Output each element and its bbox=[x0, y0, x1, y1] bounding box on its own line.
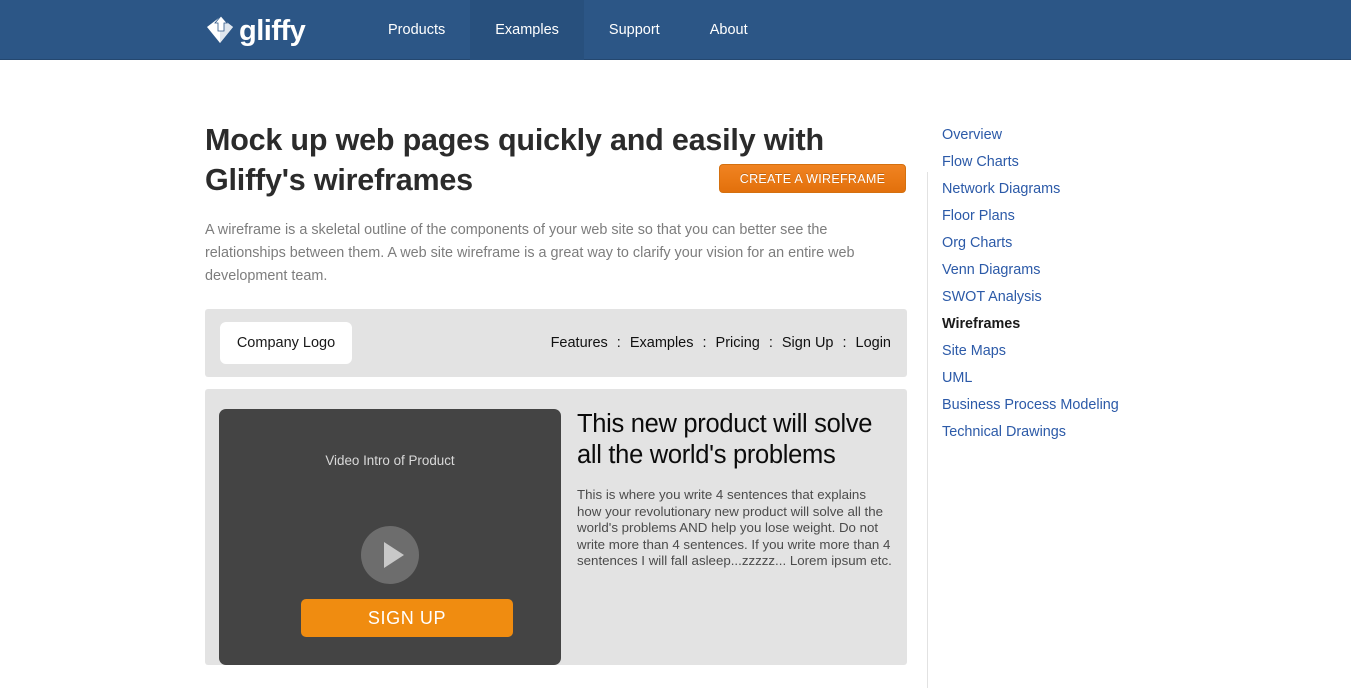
wireframe-navbar-panel: Company Logo Features : Examples : Prici… bbox=[205, 309, 907, 377]
nav-item-products[interactable]: Products bbox=[363, 0, 470, 60]
wireframe-hero-panel: Video Intro of Product This new product … bbox=[205, 389, 907, 665]
wireframe-nav-separator: : bbox=[702, 335, 707, 351]
intro-paragraph: A wireframe is a skeletal outline of the… bbox=[205, 222, 855, 284]
sidebar-item-site-maps[interactable]: Site Maps bbox=[942, 338, 1242, 365]
sidebar-item-business-process-modeling[interactable]: Business Process Modeling bbox=[942, 392, 1242, 419]
main-content-column: Mock up web pages quickly and easily wit… bbox=[205, 120, 907, 665]
wireframe-company-logo: Company Logo bbox=[220, 322, 352, 364]
brand-wordmark: gliffy bbox=[239, 14, 306, 47]
wireframe-hero-body: This is where you write 4 sentences that… bbox=[577, 487, 892, 568]
sidebar-item-floor-plans[interactable]: Floor Plans bbox=[942, 203, 1242, 230]
site-header: gliffy Products Examples Support About bbox=[0, 0, 1351, 60]
gliffy-diamond-logo-icon bbox=[207, 15, 233, 43]
nav-item-support[interactable]: Support bbox=[584, 0, 685, 60]
wireframe-nav-pricing[interactable]: Pricing bbox=[716, 335, 760, 351]
wireframe-signup-button[interactable]: SIGN UP bbox=[301, 599, 513, 637]
sidebar-item-technical-drawings[interactable]: Technical Drawings bbox=[942, 419, 1242, 446]
main-navigation: Products Examples Support About bbox=[363, 0, 773, 60]
sidebar-item-wireframes[interactable]: Wireframes bbox=[942, 311, 1242, 338]
wireframe-nav-login[interactable]: Login bbox=[856, 335, 891, 351]
sidebar-item-overview[interactable]: Overview bbox=[942, 122, 1242, 149]
play-triangle-icon bbox=[383, 542, 404, 568]
sidebar-item-uml[interactable]: UML bbox=[942, 365, 1242, 392]
sidebar-item-venn-diagrams[interactable]: Venn Diagrams bbox=[942, 257, 1242, 284]
wireframe-nav-separator: : bbox=[842, 335, 847, 351]
content-sidebar-divider bbox=[927, 172, 928, 688]
wireframe-hero-heading: This new product will solve all the worl… bbox=[577, 410, 873, 469]
wireframe-nav-separator: : bbox=[768, 335, 773, 351]
wireframe-nav-links: Features : Examples : Pricing : Sign Up … bbox=[551, 309, 891, 377]
play-icon[interactable] bbox=[361, 526, 419, 584]
wireframe-hero-text-column: This new product will solve all the worl… bbox=[577, 409, 893, 570]
sidebar-item-flow-charts[interactable]: Flow Charts bbox=[942, 149, 1242, 176]
create-a-wireframe-button[interactable]: CREATE A WIREFRAME bbox=[719, 164, 906, 193]
wireframe-nav-signup[interactable]: Sign Up bbox=[782, 335, 834, 351]
wireframe-nav-separator: : bbox=[616, 335, 621, 351]
wireframe-nav-features[interactable]: Features bbox=[551, 335, 608, 351]
header-inner: gliffy Products Examples Support About bbox=[0, 0, 1351, 60]
nav-item-examples[interactable]: Examples bbox=[470, 0, 584, 60]
page-body: Mock up web pages quickly and easily wit… bbox=[0, 60, 1351, 688]
nav-item-about[interactable]: About bbox=[685, 0, 773, 60]
sidebar-examples-list: Overview Flow Charts Network Diagrams Fl… bbox=[942, 122, 1242, 446]
sidebar-item-network-diagrams[interactable]: Network Diagrams bbox=[942, 176, 1242, 203]
wireframe-video-label: Video Intro of Product bbox=[325, 453, 455, 468]
brand-logo[interactable]: gliffy bbox=[205, 13, 306, 47]
wireframe-nav-examples[interactable]: Examples bbox=[630, 335, 694, 351]
sidebar-item-swot-analysis[interactable]: SWOT Analysis bbox=[942, 284, 1242, 311]
sidebar-item-org-charts[interactable]: Org Charts bbox=[942, 230, 1242, 257]
